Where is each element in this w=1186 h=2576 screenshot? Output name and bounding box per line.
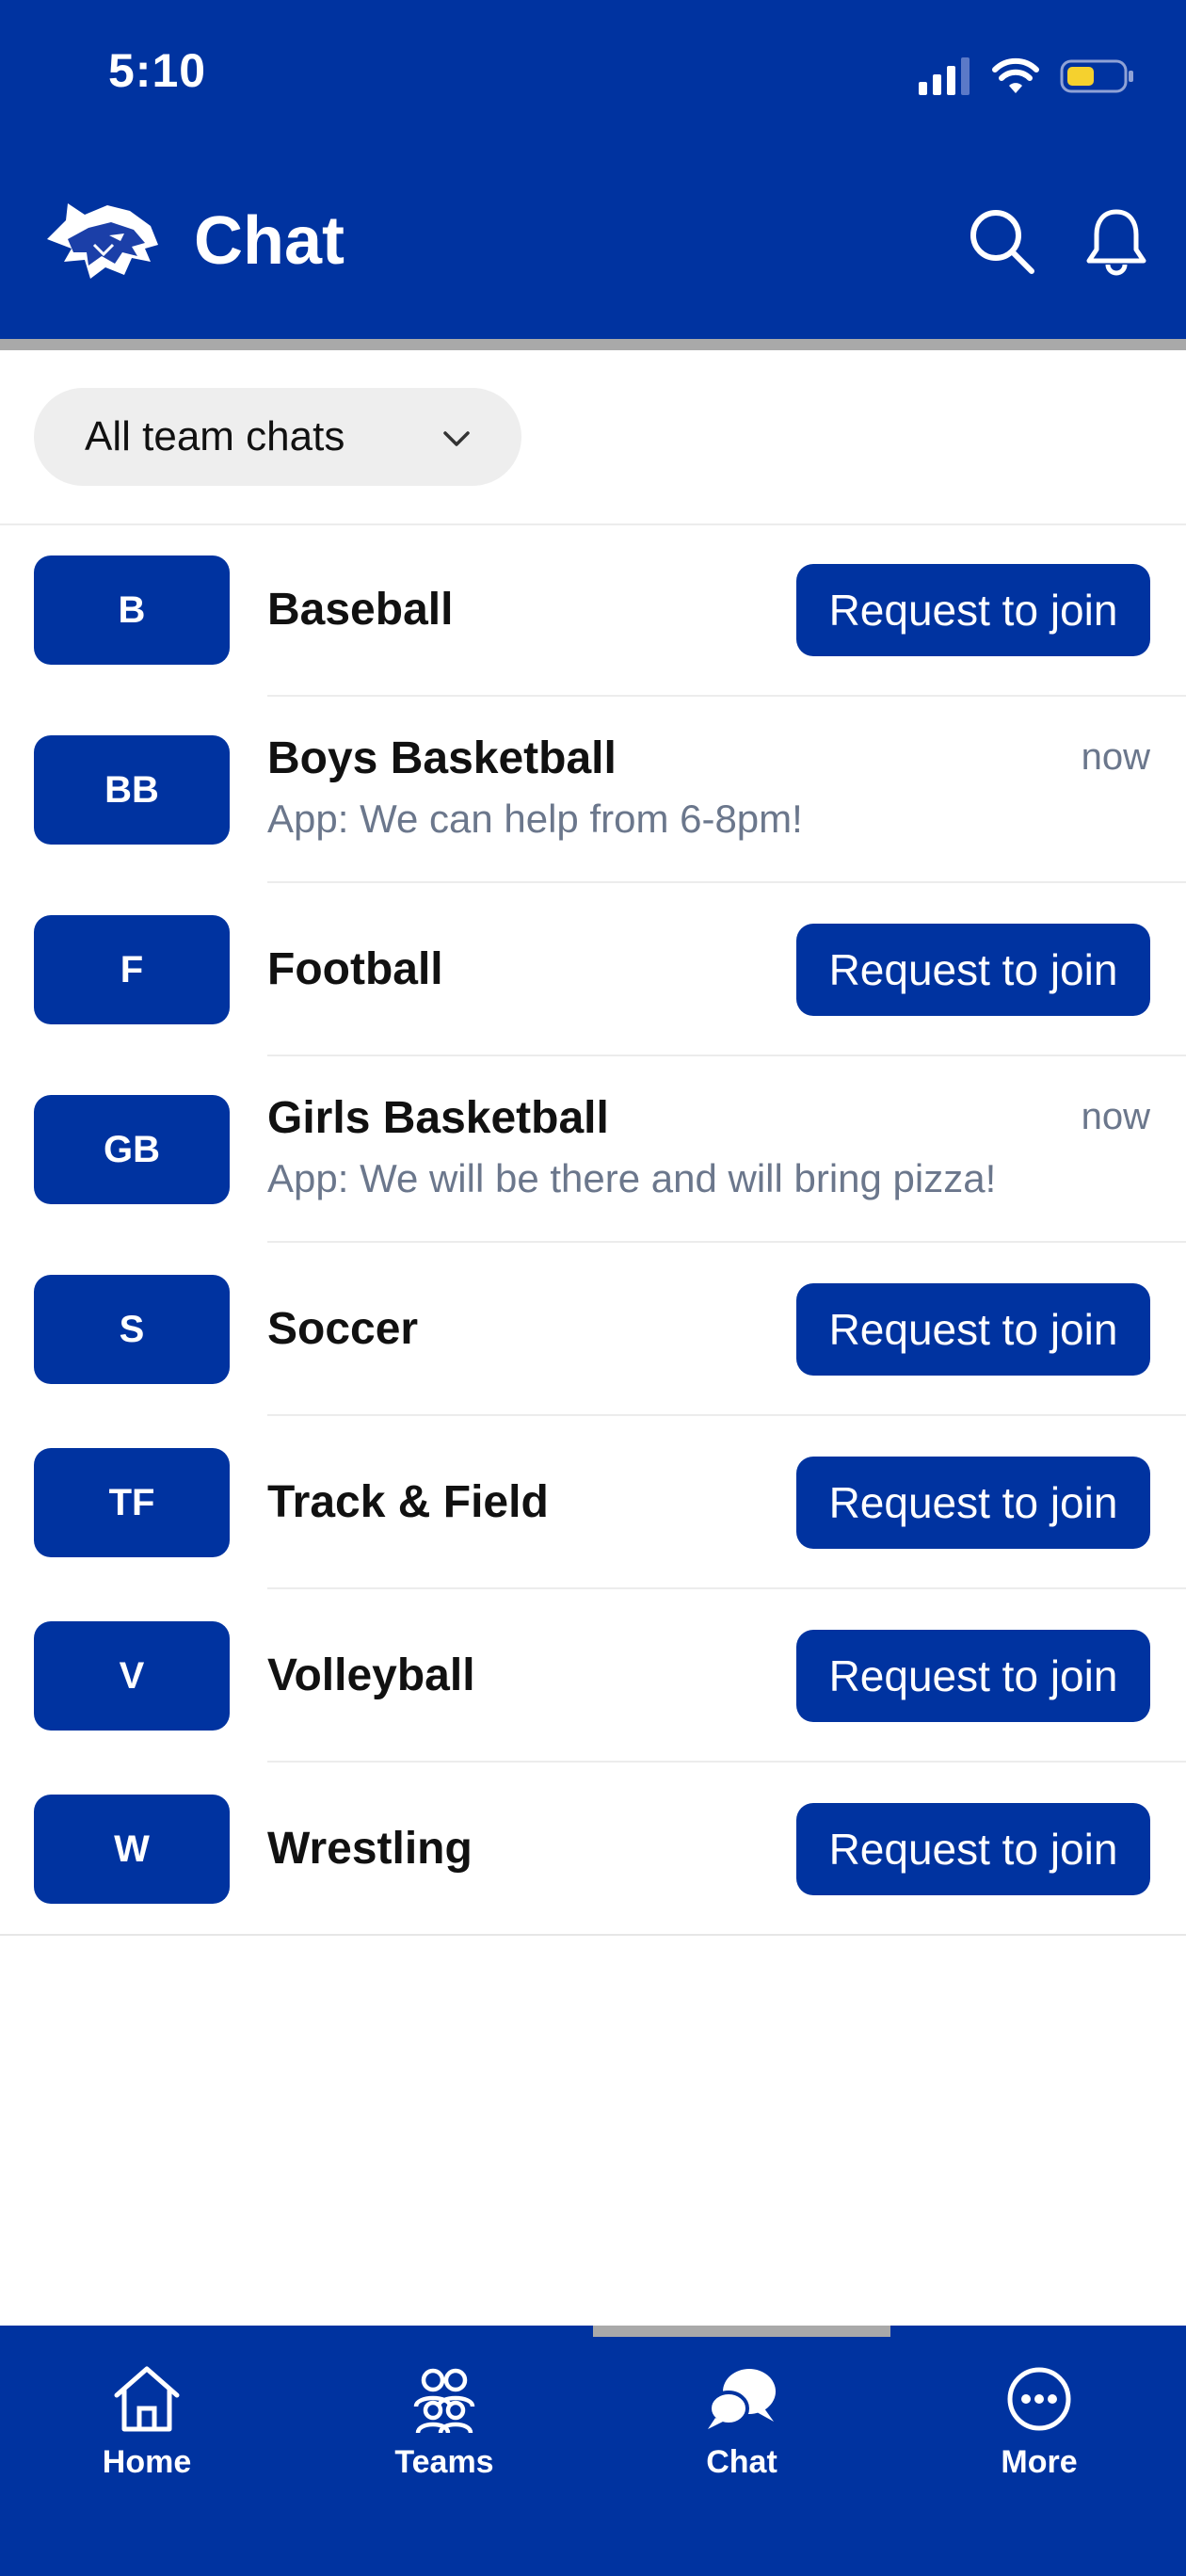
team-row-soccer[interactable]: S Soccer Request to join: [0, 1243, 1186, 1416]
tab-label: Chat: [706, 2444, 777, 2480]
page-title: Chat: [194, 203, 345, 279]
team-name: Wrestling: [267, 1824, 473, 1874]
tab-home[interactable]: Home: [53, 2363, 241, 2481]
tab-teams[interactable]: Teams: [350, 2363, 538, 2481]
team-name: Football: [267, 944, 443, 994]
team-avatar: BB: [34, 735, 230, 845]
home-icon: [114, 2366, 180, 2432]
team-avatar: B: [34, 555, 230, 665]
tab-chat[interactable]: Chat: [648, 2363, 836, 2481]
request-to-join-button[interactable]: Request to join: [796, 1630, 1150, 1722]
active-tab-indicator: [593, 2326, 890, 2337]
team-avatar: S: [34, 1275, 230, 1384]
more-icon: [1007, 2367, 1071, 2431]
tab-label: More: [1001, 2444, 1078, 2480]
request-to-join-button[interactable]: Request to join: [796, 1803, 1150, 1895]
tab-label: Teams: [394, 2444, 494, 2480]
team-row-football[interactable]: F Football Request to join: [0, 883, 1186, 1056]
message-time: now: [1081, 736, 1150, 778]
team-avatar: F: [34, 915, 230, 1024]
team-avatar: TF: [34, 1448, 230, 1557]
team-name: Volleyball: [267, 1650, 475, 1700]
team-row-baseball[interactable]: B Baseball Request to join: [0, 523, 1186, 697]
last-message: App: We will be there and will bring piz…: [267, 1156, 997, 1200]
teams-icon: [413, 2368, 475, 2434]
wifi-icon: [992, 57, 1039, 93]
team-row-track-field[interactable]: TF Track & Field Request to join: [0, 1416, 1186, 1589]
team-avatar: V: [34, 1621, 230, 1731]
request-to-join-button[interactable]: Request to join: [796, 924, 1150, 1016]
request-to-join-button[interactable]: Request to join: [796, 564, 1150, 656]
team-avatar: GB: [34, 1095, 230, 1204]
chevron-down-icon: [443, 431, 470, 446]
team-row-girls-basketball[interactable]: GB Girls Basketball now App: We will be …: [0, 1056, 1186, 1243]
request-to-join-button[interactable]: Request to join: [796, 1283, 1150, 1376]
last-message: App: We can help from 6-8pm!: [267, 797, 803, 841]
cellular-signal-icon: [919, 57, 970, 95]
team-chat-list: B Baseball Request to join BB Boys Baske…: [0, 523, 1186, 1936]
team-name: Girls Basketball: [267, 1093, 609, 1143]
message-time: now: [1081, 1096, 1150, 1137]
bottom-tab-bar: Home Teams Chat More: [0, 2326, 1186, 2576]
chat-bubbles-icon: [708, 2369, 776, 2429]
team-name: Baseball: [267, 585, 454, 635]
team-avatar: W: [34, 1795, 230, 1904]
tab-label: Home: [102, 2444, 192, 2480]
team-row-volleyball[interactable]: V Volleyball Request to join: [0, 1589, 1186, 1763]
status-time: 5:10: [108, 44, 207, 97]
app-header: 5:10 Chat: [0, 0, 1186, 339]
status-icons: [919, 53, 1135, 100]
search-button[interactable]: [964, 203, 1039, 279]
filter-label: All team chats: [85, 413, 345, 459]
team-chats-filter-dropdown[interactable]: All team chats: [34, 388, 521, 486]
search-icon: [970, 210, 1034, 274]
team-name: Track & Field: [267, 1477, 549, 1527]
team-row-wrestling[interactable]: W Wrestling Request to join: [0, 1763, 1186, 1936]
team-name: Boys Basketball: [267, 733, 617, 783]
team-row-boys-basketball[interactable]: BB Boys Basketball now App: We can help …: [0, 697, 1186, 883]
battery-icon: [1060, 59, 1133, 93]
tab-more[interactable]: More: [945, 2363, 1133, 2481]
header-divider: [0, 339, 1186, 350]
cougar-logo-icon: [47, 203, 158, 279]
filter-bar: All team chats: [0, 350, 1186, 525]
list-end-divider: [0, 1934, 1186, 1936]
request-to-join-button[interactable]: Request to join: [796, 1457, 1150, 1549]
bell-icon: [1086, 209, 1146, 276]
team-name: Soccer: [267, 1304, 419, 1354]
notifications-button[interactable]: [1079, 203, 1154, 279]
